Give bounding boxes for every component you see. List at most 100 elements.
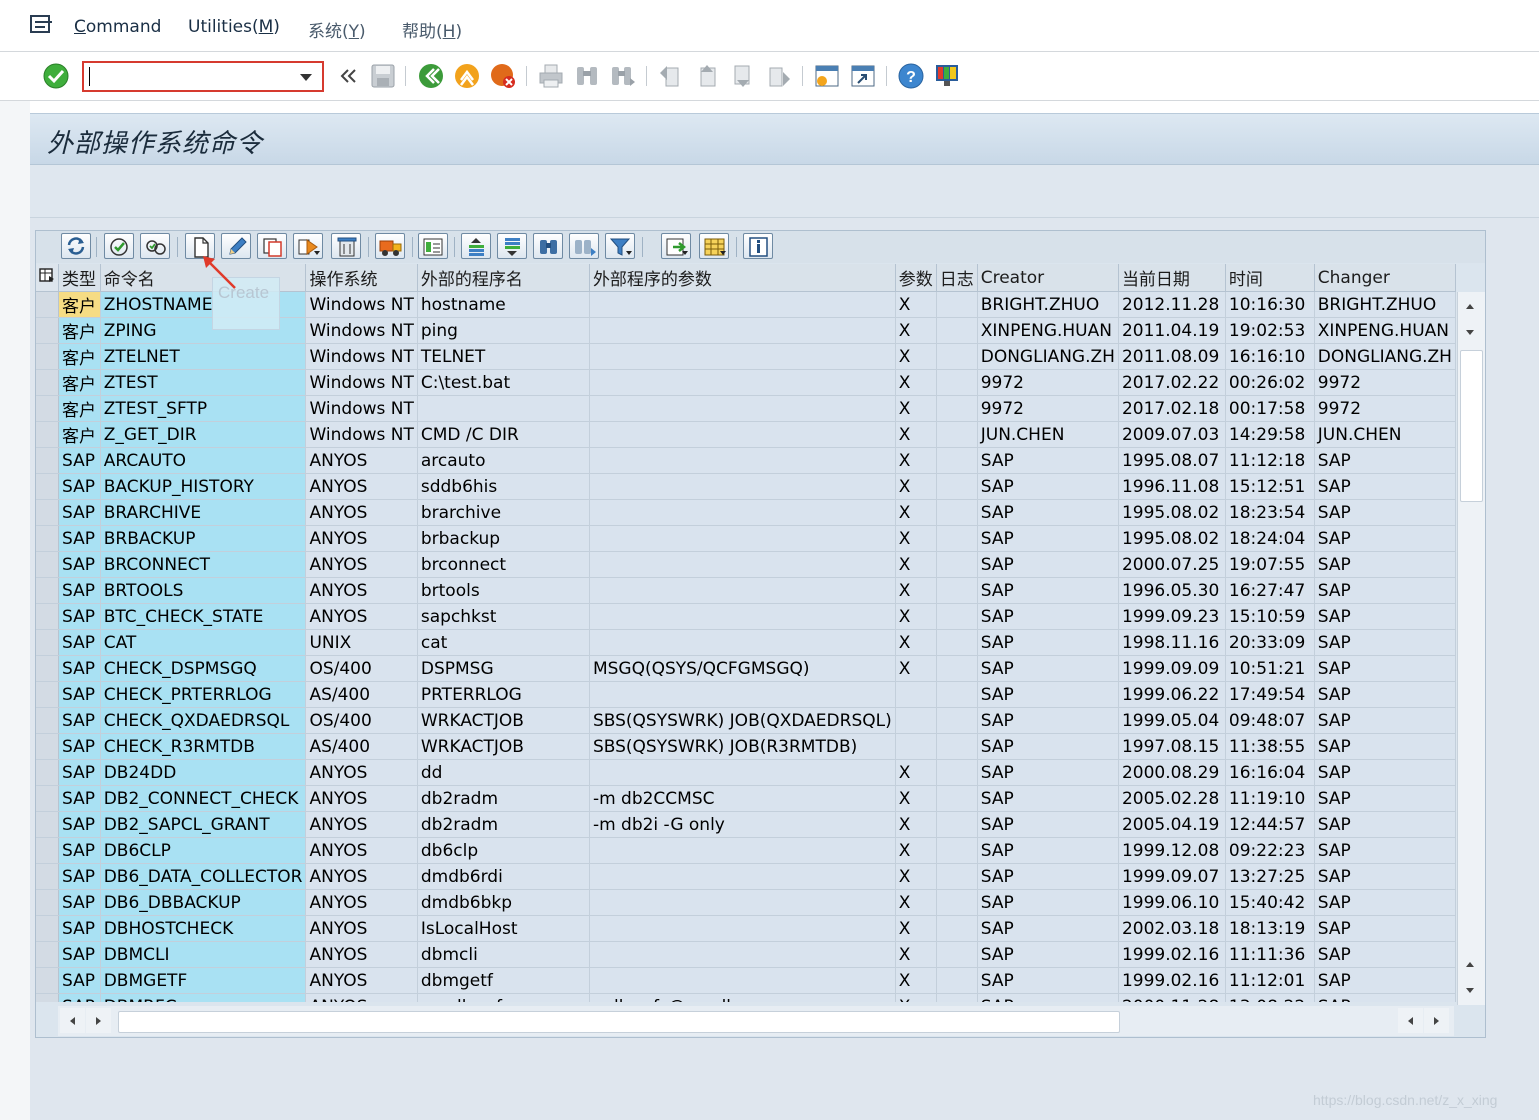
column-header[interactable]: 类型 xyxy=(58,264,101,292)
table-cell[interactable]: ZTEST xyxy=(100,369,307,396)
column-header[interactable]: 外部的程序名 xyxy=(417,264,590,292)
table-cell[interactable]: SAP xyxy=(977,759,1119,786)
table-cell[interactable]: dd xyxy=(417,759,590,786)
table-cell[interactable]: CHECK_PRTERRLOG xyxy=(100,681,307,708)
shortcut-icon[interactable] xyxy=(849,62,877,90)
table-cell[interactable]: 09:48:07 xyxy=(1225,707,1315,734)
table-cell[interactable]: 1999.09.09 xyxy=(1118,655,1226,682)
table-cell[interactable]: PRTERRLOG xyxy=(417,681,590,708)
table-cell[interactable]: DB6CLP xyxy=(100,837,307,864)
table-cell[interactable]: 14:29:58 xyxy=(1225,421,1315,448)
chevron-down-icon[interactable] xyxy=(314,251,320,255)
row-selector[interactable] xyxy=(36,707,59,734)
table-cell[interactable]: SAP xyxy=(58,863,101,890)
table-cell[interactable]: brconnect xyxy=(417,551,590,578)
table-cell[interactable]: SAP xyxy=(58,551,101,578)
table-cell[interactable] xyxy=(936,551,978,578)
table-cell[interactable]: 2012.11.28 xyxy=(1118,291,1226,318)
table-cell[interactable]: SAP xyxy=(977,473,1119,500)
table-cell[interactable] xyxy=(589,447,896,474)
table-cell[interactable]: SAP xyxy=(977,785,1119,812)
table-cell[interactable] xyxy=(589,967,896,994)
scroll-down-button[interactable] xyxy=(1458,978,1483,1003)
table-cell[interactable]: -m db2i -G only xyxy=(589,811,896,838)
table-cell[interactable] xyxy=(589,759,896,786)
table-cell[interactable] xyxy=(417,395,590,422)
table-cell[interactable]: 1999.12.08 xyxy=(1118,837,1226,864)
table-cell[interactable] xyxy=(589,551,896,578)
table-cell[interactable]: 1995.08.02 xyxy=(1118,525,1226,552)
table-cell[interactable]: SAP xyxy=(1314,837,1456,864)
table-cell[interactable]: SAP xyxy=(1314,785,1456,812)
row-selector[interactable] xyxy=(36,291,59,318)
table-cell[interactable]: X xyxy=(895,369,937,396)
horizontal-scrollbar[interactable] xyxy=(58,1006,1454,1036)
table-cell[interactable]: SAP xyxy=(1314,707,1456,734)
row-selector[interactable] xyxy=(36,473,59,500)
table-cell[interactable]: SBS(QSYSWRK) JOB(QXDAEDRSQL) xyxy=(589,707,896,734)
select-all-icon[interactable] xyxy=(36,264,59,292)
table-row[interactable]: SAPDBMRFCANYOSsapdbmrfc-sdbmrfc@sapdbXSA… xyxy=(36,993,1456,1002)
table-cell[interactable]: X xyxy=(895,967,937,994)
table-cell[interactable]: TELNET xyxy=(417,343,590,370)
table-row[interactable]: 客户 ZTELNET Windows NT TELNET X DONGLIANG.ZH 20… xyxy=(36,343,1456,370)
export-button[interactable] xyxy=(661,233,691,259)
table-cell[interactable]: SAP xyxy=(58,811,101,838)
command-field[interactable] xyxy=(82,61,324,92)
table-row[interactable]: SAP BRARCHIVE ANYOS brarchive X SAP 1995.08.02… xyxy=(36,499,1456,526)
column-header[interactable]: 日志 xyxy=(936,264,978,292)
table-cell[interactable]: 17:49:54 xyxy=(1225,681,1315,708)
table-cell[interactable]: 18:24:04 xyxy=(1225,525,1315,552)
table-cell[interactable]: SAP xyxy=(1314,889,1456,916)
table-cell[interactable]: DB2_SAPCL_GRANT xyxy=(100,811,307,838)
table-cell[interactable] xyxy=(936,317,978,344)
table-cell[interactable]: SAP xyxy=(58,889,101,916)
table-cell[interactable]: brtools xyxy=(417,577,590,604)
table-cell[interactable]: X xyxy=(895,915,937,942)
table-cell[interactable]: AS/400 xyxy=(305,733,418,760)
table-cell[interactable]: 18:23:54 xyxy=(1225,499,1315,526)
table-cell[interactable]: hostname xyxy=(417,291,590,318)
row-selector[interactable] xyxy=(36,577,59,604)
scroll-thumb[interactable] xyxy=(118,1011,1120,1033)
table-cell[interactable]: 1999.02.16 xyxy=(1118,941,1226,968)
table-cell[interactable]: SAP xyxy=(977,447,1119,474)
table-cell[interactable]: 1996.05.30 xyxy=(1118,577,1226,604)
menu-icon[interactable] xyxy=(30,14,54,36)
info-button[interactable] xyxy=(743,233,773,259)
table-cell[interactable]: ANYOS xyxy=(305,499,418,526)
table-cell[interactable]: SAP xyxy=(1314,577,1456,604)
table-cell[interactable]: ANYOS xyxy=(305,785,418,812)
table-cell[interactable]: 2017.02.22 xyxy=(1118,369,1226,396)
table-cell[interactable]: 2000.08.29 xyxy=(1118,759,1226,786)
table-cell[interactable]: WRKACTJOB xyxy=(417,707,590,734)
table-cell[interactable]: X xyxy=(895,889,937,916)
table-cell[interactable]: 11:12:01 xyxy=(1225,967,1315,994)
table-cell[interactable]: DBHOSTCHECK xyxy=(100,915,307,942)
first-page-icon[interactable] xyxy=(657,62,685,90)
chevron-down-icon[interactable] xyxy=(626,251,632,255)
table-cell[interactable]: dmdb6rdi xyxy=(417,863,590,890)
back-green-icon[interactable] xyxy=(417,62,445,90)
table-cell[interactable]: 1995.08.07 xyxy=(1118,447,1226,474)
table-cell[interactable]: 16:16:04 xyxy=(1225,759,1315,786)
table-cell[interactable] xyxy=(936,603,978,630)
table-cell[interactable]: 18:13:19 xyxy=(1225,915,1315,942)
table-cell[interactable]: CHECK_R3RMTDB xyxy=(100,733,307,760)
find-button[interactable] xyxy=(533,233,563,259)
details-button[interactable] xyxy=(418,233,448,259)
table-cell[interactable] xyxy=(936,941,978,968)
table-cell[interactable]: 11:11:36 xyxy=(1225,941,1315,968)
layout-button[interactable] xyxy=(699,233,729,259)
row-selector[interactable] xyxy=(36,733,59,760)
table-cell[interactable]: DB6_DATA_COLLECTOR xyxy=(100,863,307,890)
table-cell[interactable]: X xyxy=(895,395,937,422)
table-cell[interactable]: X xyxy=(895,421,937,448)
table-row[interactable]: SAP BRCONNECT ANYOS brconnect X SAP 2000.07.25… xyxy=(36,551,1456,578)
table-cell[interactable]: SAP xyxy=(977,733,1119,760)
table-cell[interactable] xyxy=(589,915,896,942)
row-selector[interactable] xyxy=(36,421,59,448)
table-cell[interactable] xyxy=(589,837,896,864)
table-cell[interactable]: ANYOS xyxy=(305,993,418,1002)
refresh-button[interactable] xyxy=(61,233,91,259)
